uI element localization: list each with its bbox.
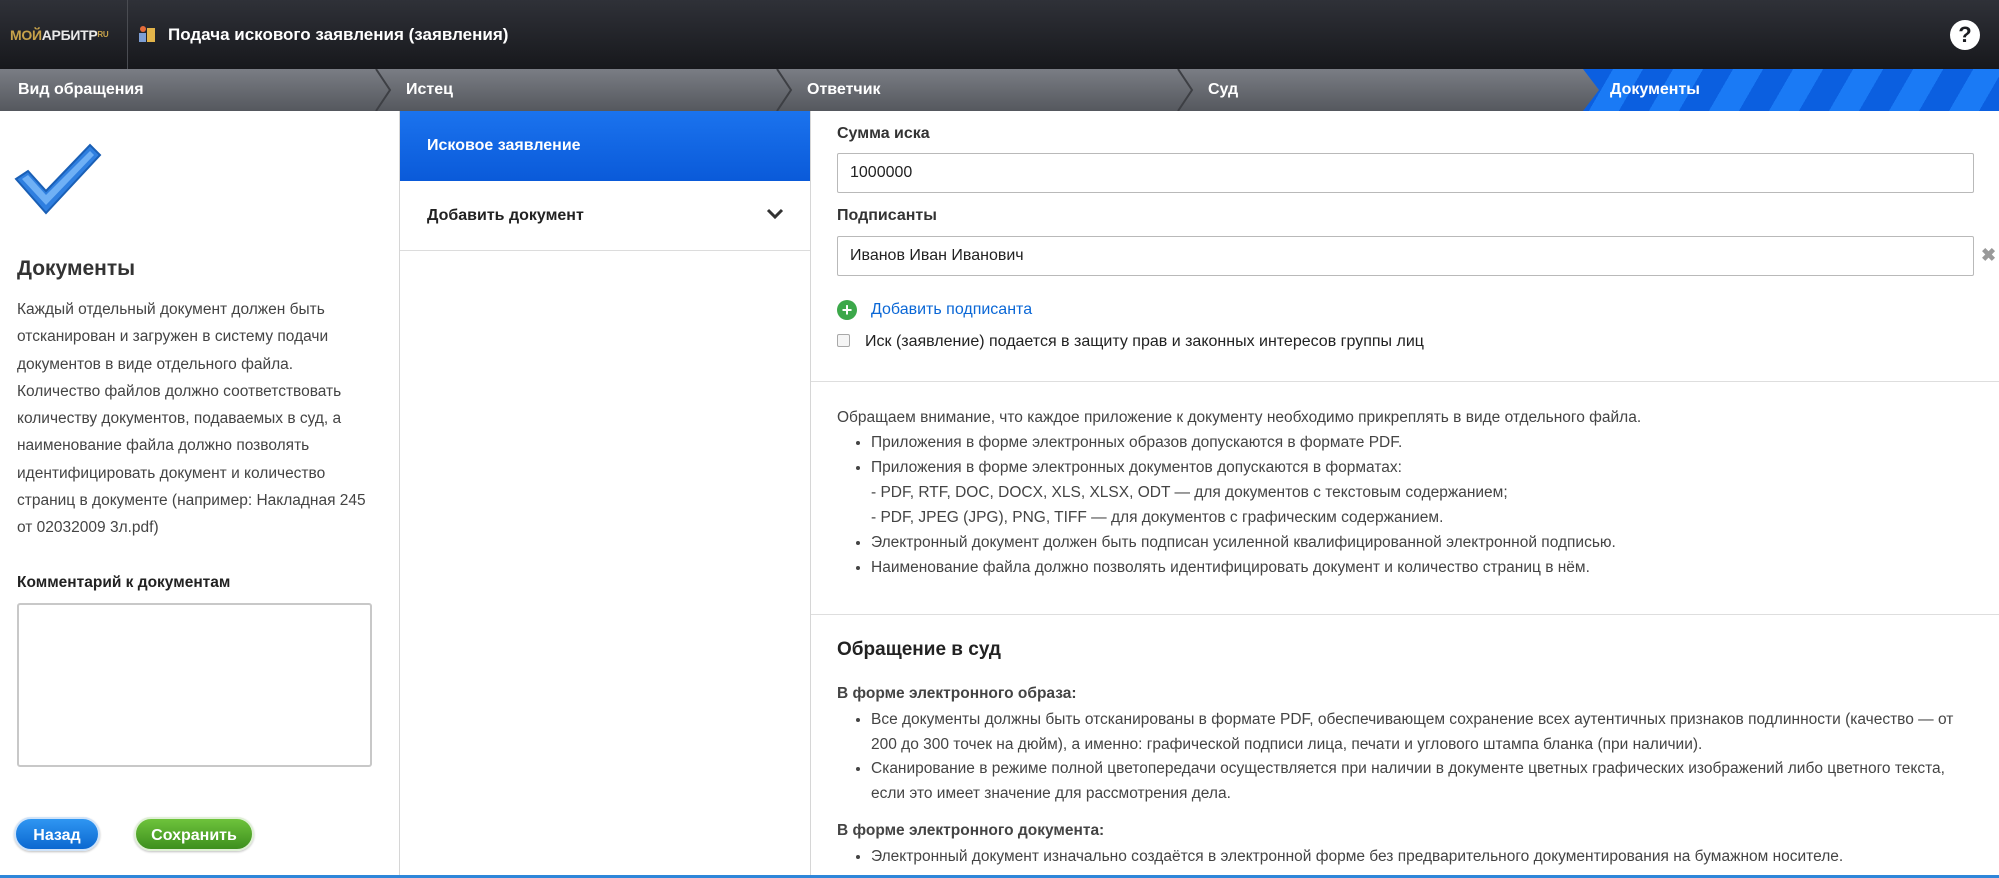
add-document-label: Добавить документ xyxy=(427,207,584,224)
doc-form-list: Электронный документ изначально создаётс… xyxy=(837,845,1977,870)
attachments-note: Обращаем внимание, что каждое приложение… xyxy=(837,405,1977,580)
divider xyxy=(811,614,1999,615)
step-separator-icon xyxy=(375,69,392,111)
note-list: Приложения в форме электронных образов д… xyxy=(871,430,1977,580)
note-item: Наименование файла должно позволять иден… xyxy=(871,555,1977,580)
note-item-text: Приложения в форме электронных документо… xyxy=(871,459,1402,476)
checkmark-icon xyxy=(14,143,102,215)
note-formats-graphic: - PDF, JPEG (JPG), PNG, TIFF — для докум… xyxy=(871,509,1444,526)
section-description: Каждый отдельный документ должен быть от… xyxy=(17,301,366,537)
claim-sum-label: Сумма иска xyxy=(837,125,930,142)
add-signer-icon[interactable]: + xyxy=(837,300,857,320)
logo[interactable]: МОЙ АРБИТР RU xyxy=(0,0,128,69)
comment-label: Комментарий к документам xyxy=(17,574,231,591)
list-item: Электронный документ изначально создаётс… xyxy=(871,845,1977,870)
image-form-title: В форме электронного образа: xyxy=(837,685,1077,702)
wizard-steps: Вид обращения Истец Ответчик Суд Докумен… xyxy=(0,69,1999,111)
doc-form-title: В форме электронного документа: xyxy=(837,822,1105,839)
top-bar: МОЙ АРБИТР RU Подача искового заявления … xyxy=(0,0,1999,69)
signers-label: Подписанты xyxy=(837,207,937,224)
add-document-dropdown[interactable]: Добавить документ xyxy=(400,181,810,251)
back-button[interactable]: Назад xyxy=(14,817,100,851)
signer-input[interactable]: Иванов Иван Иванович xyxy=(837,236,1974,276)
group-claim-checkbox[interactable] xyxy=(837,334,850,347)
help-icon[interactable]: ? xyxy=(1950,20,1980,50)
claim-app-icon xyxy=(139,26,155,42)
documents-list-panel: Исковое заявление Добавить документ xyxy=(400,111,811,878)
note-intro: Обращаем внимание, что каждое приложение… xyxy=(837,409,1642,426)
comment-textarea[interactable] xyxy=(17,603,372,767)
step-court[interactable]: Суд xyxy=(1208,69,1238,111)
step-documents[interactable]: Документы xyxy=(1610,69,1700,111)
appeal-title: Обращение в суд xyxy=(837,639,1001,660)
image-form-list: Все документы должны быть отсканированы … xyxy=(837,708,1977,806)
document-item-claim[interactable]: Исковое заявление xyxy=(400,111,810,181)
left-sidebar: Документы Каждый отдельный документ долж… xyxy=(0,111,400,878)
save-button[interactable]: Сохранить xyxy=(134,817,254,851)
document-form: Сумма иска 1000000 Подписанты Иванов Ива… xyxy=(811,111,1999,878)
divider xyxy=(811,381,1999,382)
group-claim-checkbox-label: Иск (заявление) подается в защиту прав и… xyxy=(865,333,1424,350)
step-separator-icon xyxy=(1177,69,1194,111)
step-plaintiff[interactable]: Истец xyxy=(406,69,453,111)
step-separator-icon xyxy=(776,69,793,111)
logo-ru: RU xyxy=(97,30,109,39)
note-item: Приложения в форме электронных документо… xyxy=(871,455,1977,530)
note-formats-text: - PDF, RTF, DOC, DOCX, XLS, XLSX, ODT — … xyxy=(871,484,1508,501)
note-item: Электронный документ должен быть подписа… xyxy=(871,530,1977,555)
list-item: Все документы должны быть отсканированы … xyxy=(871,708,1977,757)
add-signer-link[interactable]: Добавить подписанта xyxy=(871,301,1032,319)
page-title: Подача искового заявления (заявления) xyxy=(168,25,509,44)
list-item: Сканирование в режиме полной цветопереда… xyxy=(871,757,1977,806)
note-item: Приложения в форме электронных образов д… xyxy=(871,430,1977,455)
remove-signer-icon[interactable]: ✖ xyxy=(1981,245,1996,266)
logo-moy: МОЙ xyxy=(10,26,42,43)
section-title: Документы xyxy=(17,257,136,280)
logo-arbitr: АРБИТР xyxy=(41,26,98,43)
step-appeal-type[interactable]: Вид обращения xyxy=(18,69,144,111)
step-defendant[interactable]: Ответчик xyxy=(807,69,881,111)
chevron-down-icon xyxy=(766,208,784,220)
claim-sum-input[interactable]: 1000000 xyxy=(837,153,1974,193)
